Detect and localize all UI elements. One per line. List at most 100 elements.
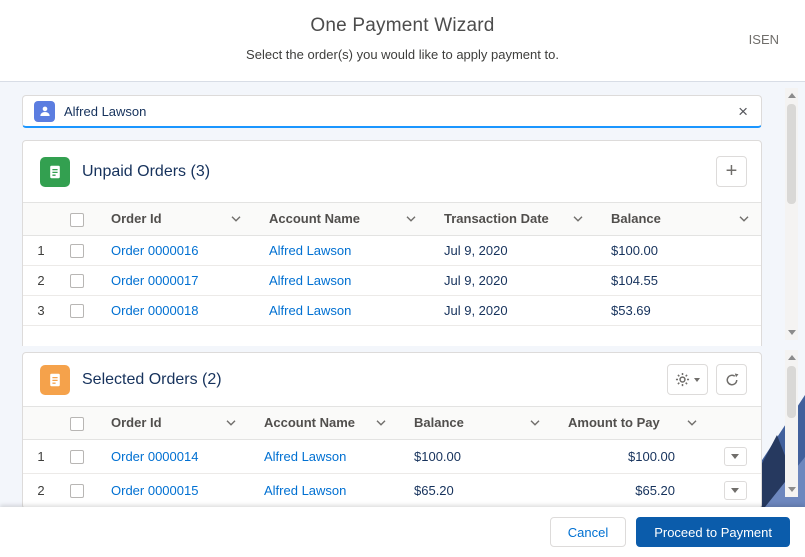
column-header-account-name[interactable]: Account Name	[253, 203, 428, 236]
order-id-link[interactable]: Order 0000014	[111, 449, 198, 464]
clear-account-button[interactable]: ×	[736, 103, 750, 120]
scroll-up-arrow[interactable]	[785, 351, 798, 364]
unpaid-orders-card: Unpaid Orders (3) + Order Id A	[22, 140, 762, 346]
column-label: Transaction Date	[444, 211, 549, 226]
selected-orders-header-row: Order Id Account Name Balance Amount to …	[23, 407, 761, 440]
settings-button[interactable]	[667, 364, 708, 395]
column-header-order-id[interactable]: Order Id	[95, 407, 248, 440]
wizard-body: Alfred Lawson × Unpaid Orders (3) +	[0, 82, 805, 507]
unpaid-order-row: 3 Order 0000018 Alfred Lawson Jul 9, 202…	[23, 295, 761, 325]
unpaid-order-row: 2 Order 0000017 Alfred Lawson Jul 9, 202…	[23, 265, 761, 295]
account-name-link[interactable]: Alfred Lawson	[269, 303, 351, 318]
select-all-checkbox[interactable]	[70, 213, 84, 227]
row-actions-button[interactable]	[724, 447, 747, 466]
column-header-amount-to-pay[interactable]: Amount to Pay	[552, 407, 709, 440]
scroll-thumb[interactable]	[787, 366, 796, 418]
transaction-date-cell: Jul 9, 2020	[428, 265, 595, 295]
account-name-link[interactable]: Alfred Lawson	[264, 483, 346, 498]
scrollbar-selected[interactable]	[785, 350, 798, 497]
caret-down-icon	[731, 488, 739, 493]
sort-chevron-icon	[376, 420, 386, 426]
sort-chevron-icon	[739, 216, 749, 222]
selected-orders-title: Selected Orders (2)	[82, 371, 655, 389]
column-header-balance[interactable]: Balance	[595, 203, 761, 236]
select-all-column-header	[59, 203, 95, 236]
sort-chevron-icon	[226, 420, 236, 426]
row-checkbox[interactable]	[70, 274, 84, 288]
row-checkbox[interactable]	[70, 450, 84, 464]
amount-to-pay-cell: $65.20	[552, 473, 709, 507]
order-id-link[interactable]: Order 0000015	[111, 483, 198, 498]
select-all-column-header	[59, 407, 95, 440]
one-payment-wizard-window: ISEN One Payment Wizard Select the order…	[0, 0, 805, 557]
row-number: 1	[23, 235, 59, 265]
scroll-down-arrow[interactable]	[785, 483, 798, 496]
amount-to-pay-cell: $100.00	[552, 439, 709, 473]
transaction-date-cell: Jul 9, 2020	[428, 235, 595, 265]
unpaid-orders-icon	[40, 157, 70, 187]
column-label: Order Id	[111, 211, 162, 226]
account-name-link[interactable]: Alfred Lawson	[269, 243, 351, 258]
unpaid-orders-scroll-region: Alfred Lawson × Unpaid Orders (3) +	[0, 82, 805, 346]
wizard-header: ISEN One Payment Wizard Select the order…	[0, 0, 805, 82]
unpaid-order-row: 1 Order 0000016 Alfred Lawson Jul 9, 202…	[23, 235, 761, 265]
column-header-transaction-date[interactable]: Transaction Date	[428, 203, 595, 236]
scroll-down-arrow[interactable]	[785, 326, 798, 339]
row-actions-button[interactable]	[724, 481, 747, 500]
balance-cell: $100.00	[595, 235, 761, 265]
balance-cell: $53.69	[595, 295, 761, 325]
account-icon	[34, 101, 55, 122]
sort-chevron-icon	[530, 420, 540, 426]
chevron-down-icon	[694, 378, 700, 382]
scrollbar-unpaid[interactable]	[785, 88, 798, 340]
column-header-account-name[interactable]: Account Name	[248, 407, 398, 440]
selected-orders-icon	[40, 365, 70, 395]
add-order-button[interactable]: +	[716, 156, 747, 187]
unpaid-orders-card-header: Unpaid Orders (3) +	[23, 141, 761, 202]
account-lookup-value: Alfred Lawson	[64, 104, 727, 119]
refresh-button[interactable]	[716, 364, 747, 395]
caret-down-icon	[731, 454, 739, 459]
order-id-link[interactable]: Order 0000018	[111, 303, 198, 318]
column-label: Amount to Pay	[568, 415, 660, 430]
sort-chevron-icon	[231, 216, 241, 222]
cancel-button[interactable]: Cancel	[550, 517, 626, 547]
org-label: ISEN	[749, 32, 779, 47]
gear-icon	[675, 372, 690, 387]
account-lookup-field[interactable]: Alfred Lawson ×	[22, 95, 762, 128]
column-label: Balance	[414, 415, 464, 430]
proceed-to-payment-button[interactable]: Proceed to Payment	[636, 517, 790, 547]
selected-order-row: 1 Order 0000014 Alfred Lawson $100.00 $1…	[23, 439, 761, 473]
scroll-thumb[interactable]	[787, 104, 796, 204]
account-name-link[interactable]: Alfred Lawson	[264, 449, 346, 464]
transaction-date-cell: Jul 9, 2020	[428, 295, 595, 325]
row-checkbox[interactable]	[70, 304, 84, 318]
row-number: 1	[23, 439, 59, 473]
selected-orders-scroll-region: Selected Orders (2)	[0, 346, 805, 507]
unpaid-orders-table: Order Id Account Name Transaction Date B…	[23, 202, 761, 326]
refresh-icon	[725, 373, 739, 387]
wizard-subtitle: Select the order(s) you would like to ap…	[0, 47, 805, 62]
column-header-order-id[interactable]: Order Id	[95, 203, 253, 236]
column-label: Account Name	[264, 415, 355, 430]
balance-cell: $104.55	[595, 265, 761, 295]
row-number: 2	[23, 473, 59, 507]
select-all-checkbox[interactable]	[70, 417, 84, 431]
sort-chevron-icon	[687, 420, 697, 426]
wizard-title: One Payment Wizard	[0, 0, 805, 37]
row-checkbox[interactable]	[70, 484, 84, 498]
order-id-link[interactable]: Order 0000017	[111, 273, 198, 288]
column-header-balance[interactable]: Balance	[398, 407, 552, 440]
selected-orders-card-header: Selected Orders (2)	[23, 353, 761, 406]
scroll-up-arrow[interactable]	[785, 89, 798, 102]
wizard-footer: Cancel Proceed to Payment	[0, 507, 805, 557]
row-checkbox[interactable]	[70, 244, 84, 258]
selected-order-row: 2 Order 0000015 Alfred Lawson $65.20 $65…	[23, 473, 761, 507]
column-label: Order Id	[111, 415, 162, 430]
unpaid-orders-title: Unpaid Orders (3)	[82, 163, 704, 181]
plus-icon: +	[726, 161, 738, 181]
balance-cell: $65.20	[398, 473, 552, 507]
order-id-link[interactable]: Order 0000016	[111, 243, 198, 258]
sort-chevron-icon	[573, 216, 583, 222]
account-name-link[interactable]: Alfred Lawson	[269, 273, 351, 288]
